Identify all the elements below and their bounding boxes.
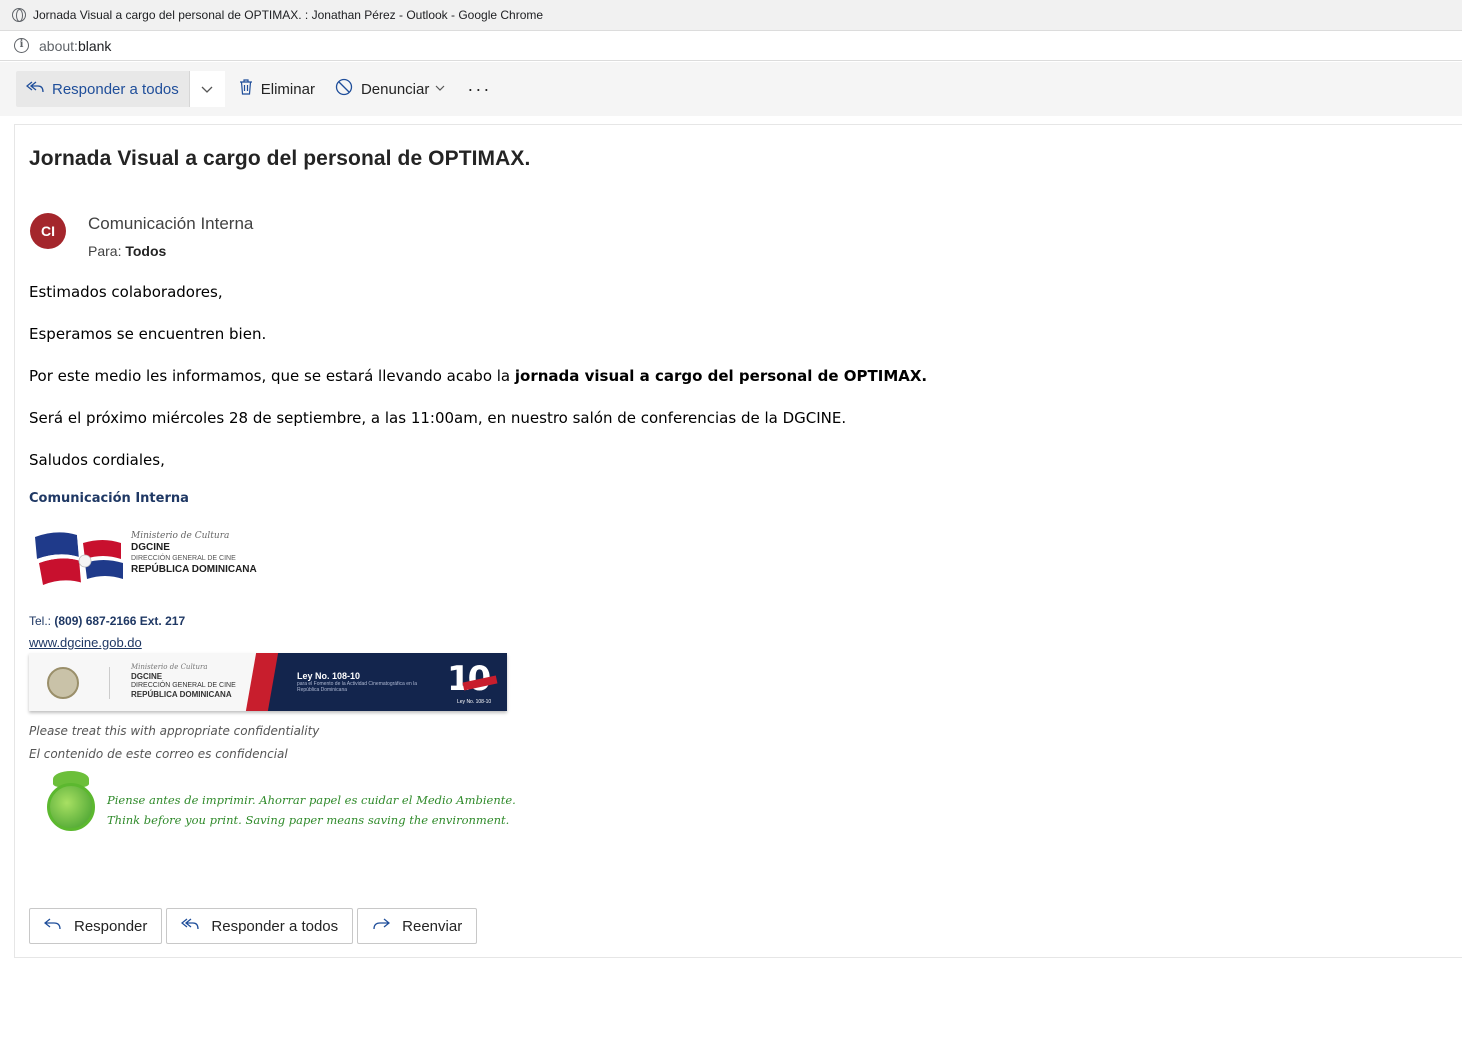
address-bar[interactable]: i about: blank [0,31,1462,61]
trash-icon [239,78,253,100]
flag-logo [35,532,123,585]
message-toolbar: Responder a todos Eliminar Denunciar ··· [0,62,1462,116]
message-subject: Jornada Visual a cargo del personal de O… [29,147,531,170]
address-rest: blank [77,37,112,54]
recipients: Para: Todos [88,243,166,259]
seal-logo [47,667,79,699]
closing: Saludos cordiales, [29,451,165,469]
reply-label: Responder [74,917,148,935]
sender-name[interactable]: Comunicación Interna [88,214,253,234]
more-icon[interactable]: ··· [455,79,503,100]
reply-all-bottom-label: Responder a todos [211,917,339,935]
reply-all-icon [25,80,44,99]
to-value[interactable]: Todos [125,243,166,259]
logo-ministry: Ministerio de Cultura [131,531,230,541]
confidential-es: El contenido de este correo es confidenc… [29,747,288,761]
chevron-down-icon [201,81,213,98]
address-prefix: about: [39,37,78,54]
reply-button[interactable]: Responder [29,908,163,944]
banner-country: REPÚBLICA DOMINICANA [131,690,232,699]
reply-all-bottom-button[interactable]: Responder a todos [166,908,354,944]
reply-options-dropdown[interactable] [188,71,225,107]
to-prefix: Para: [88,243,122,259]
eco-globe [47,783,95,831]
info-icon[interactable]: i [14,38,29,53]
message-body: Estimados colaboradores, Esperamos se en… [29,283,1129,493]
tel-prefix: Tel.: [29,614,52,628]
browser-title-bar: Jornada Visual a cargo del personal de O… [0,0,1462,31]
banner-divider [109,667,110,699]
logo-org-full: DIRECCIÓN GENERAL DE CINE [131,555,236,562]
report-button[interactable]: Denunciar [325,71,455,107]
delete-button[interactable]: Eliminar [229,71,325,107]
dgcine-logo: Ministerio de Cultura DGCINE DIRECCIÓN G… [29,525,269,591]
website-link[interactable]: www.dgcine.gob.do [29,635,142,650]
forward-button[interactable]: Reenviar [357,908,478,944]
banner-law-sub: para el Fomento de la Actividad Cinemato… [297,681,418,693]
banner-ministry: Ministerio de Cultura [131,663,208,671]
window-title: Jornada Visual a cargo del personal de O… [33,8,544,22]
report-label: Denunciar [360,80,430,98]
logo-country: REPÚBLICA DOMINICANA [131,564,257,575]
tel-value: (809) 687-2166 Ext. 217 [54,614,186,628]
forward-label: Reenviar [402,917,463,935]
eco-text-en: Think before you print. Saving paper mea… [107,813,510,827]
signature-name: Comunicación Interna [29,491,189,506]
reply-actions: Responder Responder a todos Reenviar [29,908,478,944]
body-line-2-text: Por este medio les informamos, que se es… [29,367,515,385]
reply-all-label: Responder a todos [52,80,179,98]
banner-logo-text: Ministerio de Cultura DGCINE DIRECCIÓN G… [131,663,236,699]
message-card: Jornada Visual a cargo del personal de O… [14,124,1462,958]
avatar[interactable]: CI [30,213,66,249]
confidential-en: Please treat this with appropriate confi… [29,724,320,738]
block-icon [335,78,353,101]
logo-text: Ministerio de Cultura DGCINE DIRECCIÓN G… [131,531,257,575]
banner-law-title: Ley No. 108-10 [297,671,361,681]
reply-all-icon [181,917,200,936]
body-line-1: Esperamos se encuentren bien. [29,325,267,343]
forward-icon [372,917,391,936]
chevron-down-icon [435,83,445,95]
delete-label: Eliminar [260,80,315,98]
logo-org: DGCINE [131,542,170,553]
banner-law: Ley No. 108-10 para el Fomento de la Act… [297,671,427,693]
body-line-3: Será el próximo miércoles 28 de septiemb… [29,409,847,427]
eco-text-es: Piense antes de imprimir. Ahorrar papel … [107,793,516,807]
greeting: Estimados colaboradores, [29,283,223,301]
banner-org: DGCINE [131,672,163,681]
banner-org-full: DIRECCIÓN GENERAL DE CINE [131,682,236,689]
signature-phone: Tel.: (809) 687-2166 Ext. 217 [29,614,185,628]
dgcine-banner: Ministerio de Cultura DGCINE DIRECCIÓN G… [29,653,507,711]
body-line-2: Por este medio les informamos, que se es… [29,367,1129,409]
reply-all-button[interactable]: Responder a todos [16,71,189,107]
reply-icon [43,917,62,936]
globe-icon [12,8,26,22]
body-line-2-bold: jornada visual a cargo del personal de O… [514,367,928,385]
banner-ten-label: Ley No. 108-10 [457,699,492,705]
eco-globe-icon [43,771,103,839]
